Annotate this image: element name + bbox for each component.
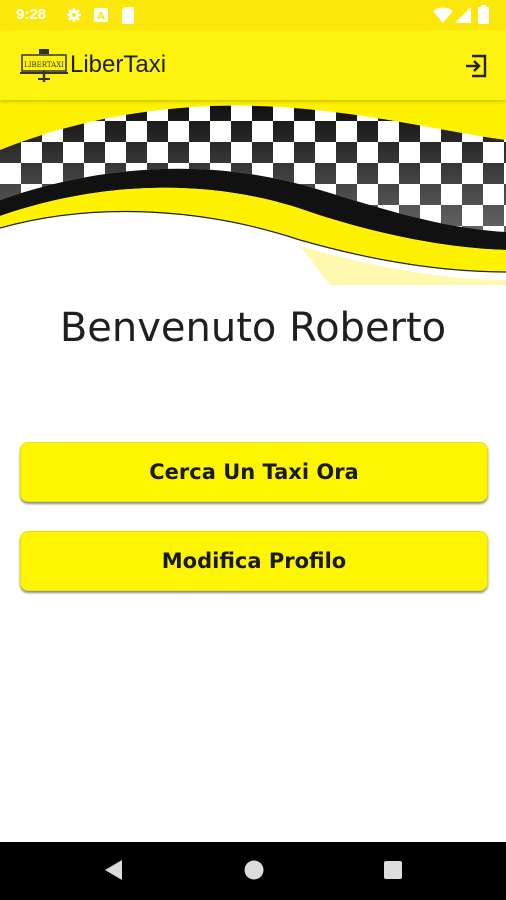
gear-icon [67, 8, 81, 22]
search-taxi-label: Cerca Un Taxi Ora [149, 460, 359, 484]
home-icon[interactable] [243, 859, 265, 881]
sd-card-icon [122, 7, 134, 24]
status-bar: 9:28 A [0, 0, 506, 30]
recents-icon[interactable] [384, 861, 402, 879]
svg-text:LIBERTAXI: LIBERTAXI [24, 61, 64, 69]
welcome-heading: Benvenuto Roberto [59, 305, 447, 351]
app-title: LiberTaxi [70, 51, 167, 78]
svg-text:A: A [97, 11, 105, 22]
checkered-banner [0, 100, 506, 285]
battery-icon [478, 5, 489, 24]
signal-icon [455, 7, 471, 23]
edit-profile-button[interactable]: Modifica Profilo [20, 531, 488, 591]
translate-icon: A [94, 8, 108, 22]
logout-icon[interactable] [462, 52, 490, 80]
app-logo: LIBERTAXI [20, 49, 68, 82]
system-nav-bar [0, 842, 506, 900]
back-icon[interactable] [102, 858, 124, 882]
search-taxi-button[interactable]: Cerca Un Taxi Ora [20, 442, 488, 502]
edit-profile-label: Modifica Profilo [161, 549, 347, 573]
wifi-icon [433, 7, 453, 23]
status-time: 9:28 [16, 6, 47, 23]
app-bar: LIBERTAXI LiberTaxi [0, 30, 506, 100]
